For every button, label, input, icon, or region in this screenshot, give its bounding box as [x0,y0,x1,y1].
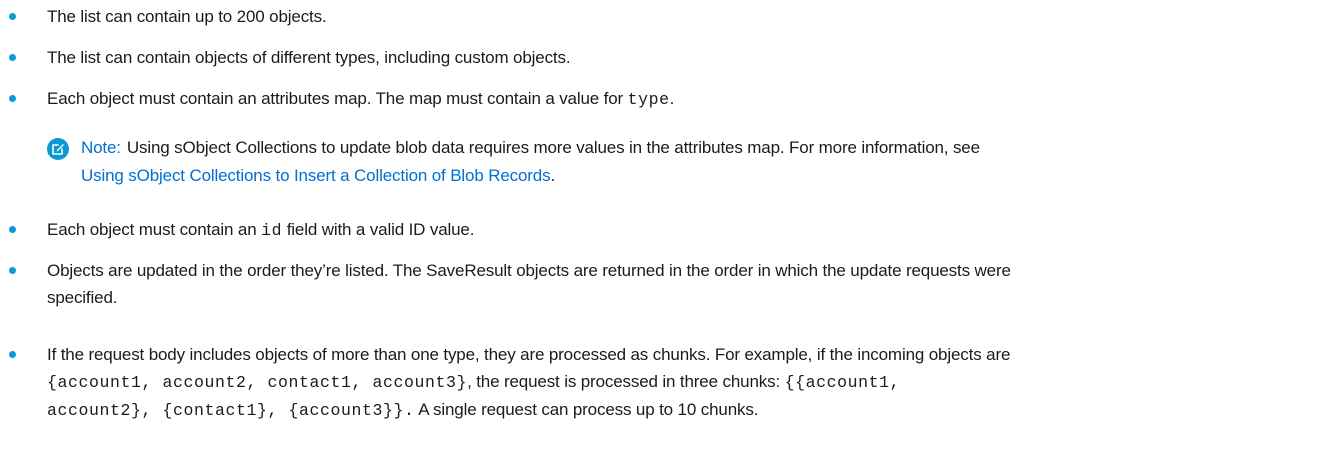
edit-note-icon [47,138,69,160]
list-item-text: The list can contain objects of differen… [47,48,571,67]
bullet-marker [9,351,16,358]
blob-records-link[interactable]: Using sObject Collections to Insert a Co… [81,166,551,185]
list-item-text: If the request body includes objects of … [47,345,1011,420]
inline-code: type [627,90,670,109]
inline-code: {account1, account2, contact1, account3} [47,373,468,392]
note-label: Note: [81,138,121,157]
inline-code: id [261,221,283,240]
list-item-text: Each object must contain an id field wit… [47,220,475,240]
bullet-marker [9,226,16,233]
bullet-marker [9,95,16,102]
list-item-text: Each object must contain an attributes m… [47,89,675,109]
note-body: Note: Using sObject Collections to update… [81,138,980,185]
document-page: The list can contain up to 200 objects. … [0,0,1320,458]
list-item-text: Objects are updated in the order they’re… [47,261,1011,307]
bullet-marker [9,267,16,274]
list-item-text: The list can contain up to 200 objects. [47,7,327,26]
bullet-marker [9,13,16,20]
bullet-marker [9,54,16,61]
inline-code: {{account1, [784,373,901,392]
note-text: Using sObject Collections to update blob… [126,138,980,157]
inline-code: account2}, {contact1}, {account3}}. [47,401,415,420]
